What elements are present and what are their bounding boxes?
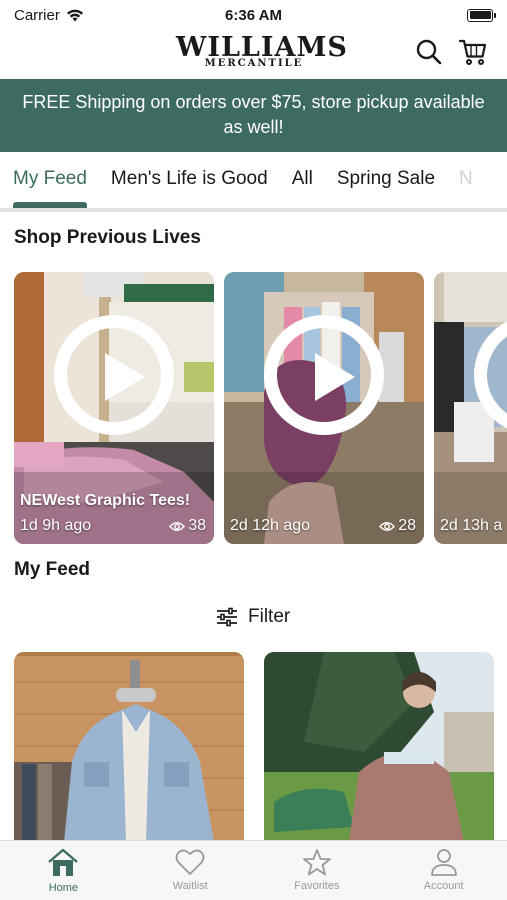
filter-button[interactable]: Filter: [216, 606, 290, 628]
eye-icon: [169, 521, 186, 531]
shipping-banner: FREE Shipping on orders over $75, store …: [0, 79, 507, 152]
tab-home-label: Home: [48, 882, 79, 894]
tab-next[interactable]: N: [459, 152, 473, 208]
sliders-icon: [217, 607, 237, 627]
tab-home[interactable]: Home: [0, 841, 127, 900]
carrier-label: Carrier: [14, 6, 60, 24]
tab-favorites[interactable]: Favorites: [254, 841, 381, 900]
heart-icon: [175, 849, 205, 875]
live-card[interactable]: NEWest Graphic Tees! 1d 9h ago 38: [14, 272, 214, 544]
live-age: 2d 13h a: [440, 517, 503, 534]
feed-product-card[interactable]: [264, 652, 494, 842]
play-icon[interactable]: [264, 315, 384, 435]
wifi-icon: [66, 9, 83, 21]
status-bar: Carrier 6:36 AM: [0, 0, 507, 30]
tab-all[interactable]: All: [292, 152, 313, 208]
tab-waitlist[interactable]: Waitlist: [127, 841, 254, 900]
bottom-tab-bar: Home Waitlist Favorites Account: [0, 840, 507, 900]
person-icon: [430, 849, 457, 876]
tab-favorites-label: Favorites: [294, 880, 340, 892]
search-icon: [416, 39, 442, 65]
tab-account[interactable]: Account: [380, 841, 507, 900]
tabs-divider: [0, 208, 507, 212]
store-logo[interactable]: WILLIAMS MERCANTILE: [176, 34, 347, 74]
live-card[interactable]: 2d 12h ago 28: [224, 272, 424, 544]
home-icon: [48, 848, 79, 876]
previous-lives-carousel[interactable]: NEWest Graphic Tees! 1d 9h ago 38 2d 12h…: [14, 272, 507, 544]
star-icon: [302, 849, 331, 876]
filter-label: Filter: [248, 606, 291, 627]
search-button[interactable]: [413, 36, 445, 68]
live-age: 1d 9h ago: [20, 517, 92, 534]
eye-icon: [379, 521, 396, 531]
live-title: NEWest Graphic Tees!: [20, 492, 191, 509]
view-count: 38: [188, 517, 206, 534]
feed-product-card[interactable]: [14, 652, 244, 842]
live-card[interactable]: 2d 13h a: [434, 272, 507, 544]
cart-button[interactable]: [457, 36, 489, 68]
tab-account-label: Account: [423, 880, 464, 892]
product-image: [14, 652, 244, 842]
view-count: 28: [398, 517, 416, 534]
app-header: WILLIAMS MERCANTILE: [0, 30, 507, 78]
category-tabs: My Feed Men's Life is Good All Spring Sa…: [0, 152, 507, 208]
previous-lives-heading: Shop Previous Lives: [14, 227, 201, 248]
product-image: [264, 652, 494, 842]
cart-icon: [458, 39, 487, 65]
live-age: 2d 12h ago: [230, 517, 311, 534]
battery-icon: [467, 8, 496, 22]
tab-mens-life-is-good[interactable]: Men's Life is Good: [111, 152, 268, 208]
play-icon[interactable]: [54, 315, 174, 435]
tab-waitlist-label: Waitlist: [172, 880, 208, 892]
my-feed-heading: My Feed: [14, 559, 91, 580]
tab-spring-sale[interactable]: Spring Sale: [337, 152, 435, 208]
tab-my-feed[interactable]: My Feed: [13, 152, 87, 208]
